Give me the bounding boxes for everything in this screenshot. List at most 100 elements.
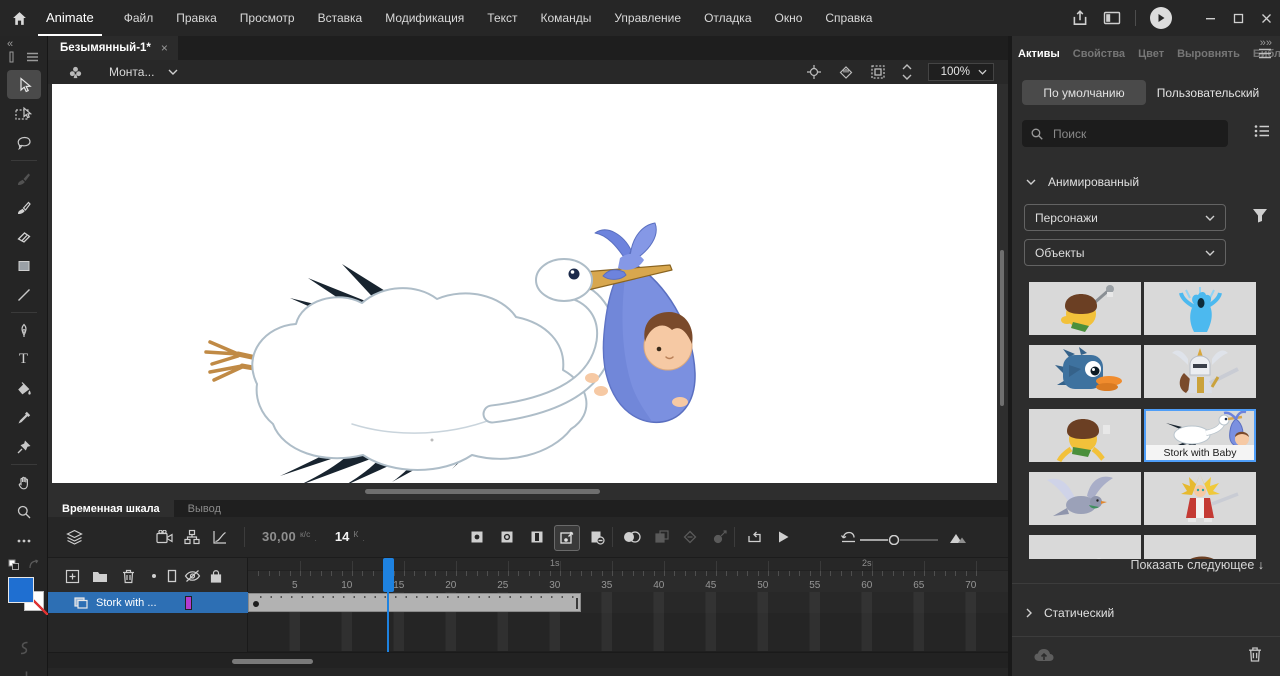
panel-menu-button[interactable] — [1258, 48, 1272, 59]
stage-horizontal-scrollbar[interactable] — [365, 489, 600, 494]
tween-options-button[interactable] — [708, 525, 732, 549]
parenting-view-button[interactable] — [180, 525, 204, 549]
insert-frame-button[interactable] — [525, 525, 549, 549]
asset-search[interactable] — [1022, 120, 1228, 147]
paint-bucket-tool[interactable] — [7, 374, 41, 403]
asset-thumb-partial-1[interactable] — [1029, 535, 1141, 559]
edit-multiple-frames-button[interactable] — [650, 525, 674, 549]
rectangle-tool[interactable] — [7, 251, 41, 280]
toolbar-menu-icon[interactable] — [26, 52, 39, 62]
section-animated[interactable]: Анимированный — [1026, 175, 1139, 189]
asset-thumb-blue-bird[interactable] — [1029, 345, 1141, 398]
add-folder-button[interactable] — [90, 566, 110, 586]
lock-layers-button[interactable] — [206, 566, 226, 586]
menu-window[interactable]: Окно — [775, 11, 803, 25]
frame-ruler[interactable]: 1s2s 510152025303540455055606570 — [248, 558, 1008, 592]
hide-layers-button[interactable] — [182, 566, 202, 586]
show-next-link[interactable]: Показать следующее ↓ — [1130, 558, 1264, 572]
upload-asset-button[interactable] — [1034, 647, 1054, 663]
tab-assets[interactable]: Активы — [1018, 48, 1060, 60]
asset-thumb-stork-with-baby[interactable]: Stork with Baby — [1144, 409, 1256, 462]
auto-keyframe-button[interactable] — [554, 525, 580, 551]
search-input[interactable] — [1051, 126, 1220, 142]
layers-panel-button[interactable] — [62, 525, 86, 549]
scene-selector[interactable]: Монта... — [109, 65, 178, 79]
asset-warp-tool[interactable] — [7, 432, 41, 461]
test-movie-button[interactable] — [1150, 7, 1172, 29]
section-static[interactable]: Статический — [1026, 606, 1114, 620]
filter-button[interactable] — [1252, 208, 1268, 223]
app-name[interactable]: Animate — [38, 0, 102, 36]
collapse-tools-button[interactable]: « — [7, 38, 13, 50]
classic-brush-tool[interactable] — [7, 193, 41, 222]
toolbar-drag-icon[interactable] — [8, 51, 16, 63]
default-colors-button[interactable] — [8, 559, 20, 571]
swap-colors-button[interactable] — [28, 559, 40, 571]
document-tab[interactable]: Безымянный-1* × — [48, 36, 178, 60]
characters-dropdown[interactable]: Персонажи — [1024, 204, 1226, 231]
zoom-level-select[interactable]: 100% — [928, 63, 994, 81]
playhead-line[interactable] — [387, 592, 389, 652]
play-button[interactable] — [771, 525, 795, 549]
insert-blank-keyframe-button[interactable] — [495, 525, 519, 549]
asset-thumb-warrior[interactable] — [1144, 472, 1256, 525]
menu-text[interactable]: Текст — [487, 11, 517, 25]
tab-color[interactable]: Цвет — [1138, 48, 1164, 60]
frame-span[interactable] — [248, 593, 581, 612]
lasso-tool[interactable] — [7, 128, 41, 157]
create-tween-button[interactable] — [678, 525, 702, 549]
asset-thumb-knight[interactable] — [1144, 345, 1256, 398]
add-layer-button[interactable] — [62, 566, 82, 586]
keyframe-dot[interactable] — [253, 601, 259, 607]
asset-thumb-partial-2[interactable] — [1144, 535, 1256, 559]
text-tool[interactable]: T — [7, 345, 41, 374]
tab-align[interactable]: Выровнять — [1177, 48, 1240, 60]
camera-button[interactable] — [152, 525, 176, 549]
remove-frames-button[interactable] — [585, 525, 609, 549]
close-button[interactable] — [1252, 3, 1280, 33]
timeline-scrollbar[interactable] — [232, 659, 313, 664]
workspace-button[interactable] — [1103, 10, 1121, 26]
onion-skin-button[interactable] — [620, 525, 644, 549]
fill-color-swatch[interactable] — [8, 577, 34, 603]
home-button[interactable] — [0, 0, 38, 36]
layer-row[interactable]: Stork with ... — [48, 592, 248, 613]
objects-dropdown[interactable]: Объекты — [1024, 239, 1226, 266]
tab-timeline[interactable]: Временная шкала — [48, 500, 174, 517]
asset-thumb-crier[interactable] — [1144, 282, 1256, 335]
graph-editor-button[interactable] — [208, 525, 232, 549]
asset-thumb-caveman[interactable] — [1029, 282, 1141, 335]
snap-tool[interactable] — [7, 662, 41, 676]
zoom-tool[interactable] — [7, 497, 41, 526]
stage-canvas[interactable] — [52, 84, 997, 483]
menu-help[interactable]: Справка — [825, 11, 872, 25]
menu-edit[interactable]: Правка — [176, 11, 217, 25]
close-document-icon[interactable]: × — [161, 41, 168, 55]
list-view-button[interactable] — [1254, 124, 1270, 138]
clip-content-button[interactable] — [870, 64, 886, 80]
fps-field[interactable]: 30,00 — [262, 529, 296, 544]
eraser-tool[interactable] — [7, 222, 41, 251]
fluid-brush-tool[interactable] — [7, 164, 41, 193]
layer-frames-track[interactable] — [248, 592, 1008, 613]
menu-file[interactable]: Файл — [124, 11, 154, 25]
mode-default-button[interactable]: По умолчанию — [1022, 80, 1146, 105]
menu-insert[interactable]: Вставка — [318, 11, 363, 25]
insert-keyframe-button[interactable] — [465, 525, 489, 549]
menu-view[interactable]: Просмотр — [240, 11, 295, 25]
menu-debug[interactable]: Отладка — [704, 11, 751, 25]
menu-commands[interactable]: Команды — [541, 11, 592, 25]
highlight-layer-dot[interactable] — [144, 566, 164, 586]
asset-thumb-caveman-run[interactable] — [1029, 409, 1141, 462]
share-button[interactable] — [1071, 9, 1089, 27]
delete-layer-button[interactable] — [118, 566, 138, 586]
menu-control[interactable]: Управление — [614, 11, 681, 25]
playhead-handle[interactable] — [383, 558, 393, 592]
tab-properties[interactable]: Свойства — [1073, 48, 1125, 60]
more-tools-button[interactable] — [7, 526, 41, 555]
loop-playback-button[interactable] — [742, 525, 766, 549]
menu-modify[interactable]: Модификация — [385, 11, 464, 25]
selection-tool[interactable] — [7, 70, 41, 99]
center-stage-button[interactable] — [806, 64, 822, 80]
line-tool[interactable] — [7, 280, 41, 309]
